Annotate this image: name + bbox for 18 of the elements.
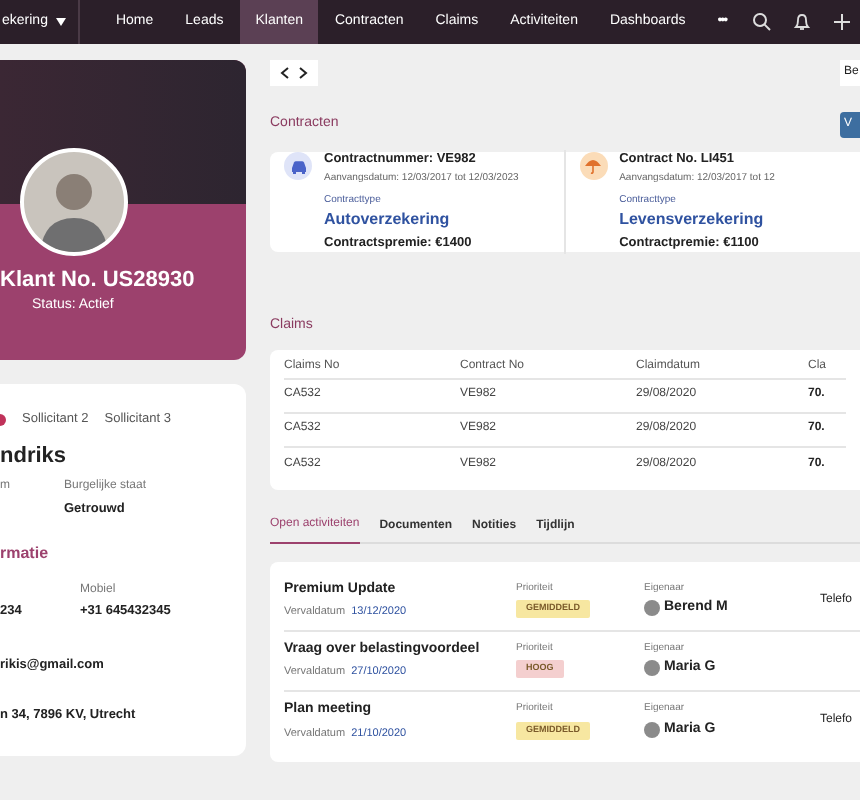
profile-photo-placeholder [20,148,128,256]
applicant-name: ndriks [0,442,69,472]
section-heading: rmatie [0,542,51,567]
owner-avatar [644,660,660,677]
search-icon[interactable] [752,12,772,32]
caret-icon [55,18,66,26]
owner-avatar [644,600,660,617]
contract-type: Autoverzekering [324,208,452,232]
chevron-right-icon[interactable] [298,66,308,80]
umbrella-icon [579,152,608,181]
chevron-left-icon[interactable] [280,66,290,80]
plus-icon[interactable] [832,12,852,32]
contract-type: Levensverzekering [619,208,766,232]
car-icon [284,152,312,181]
bell-icon[interactable] [792,12,812,32]
owner-avatar [644,721,660,738]
selected-applicant-tab[interactable] [0,414,6,426]
customer-number-title: Klant No. US28930 [0,266,195,296]
